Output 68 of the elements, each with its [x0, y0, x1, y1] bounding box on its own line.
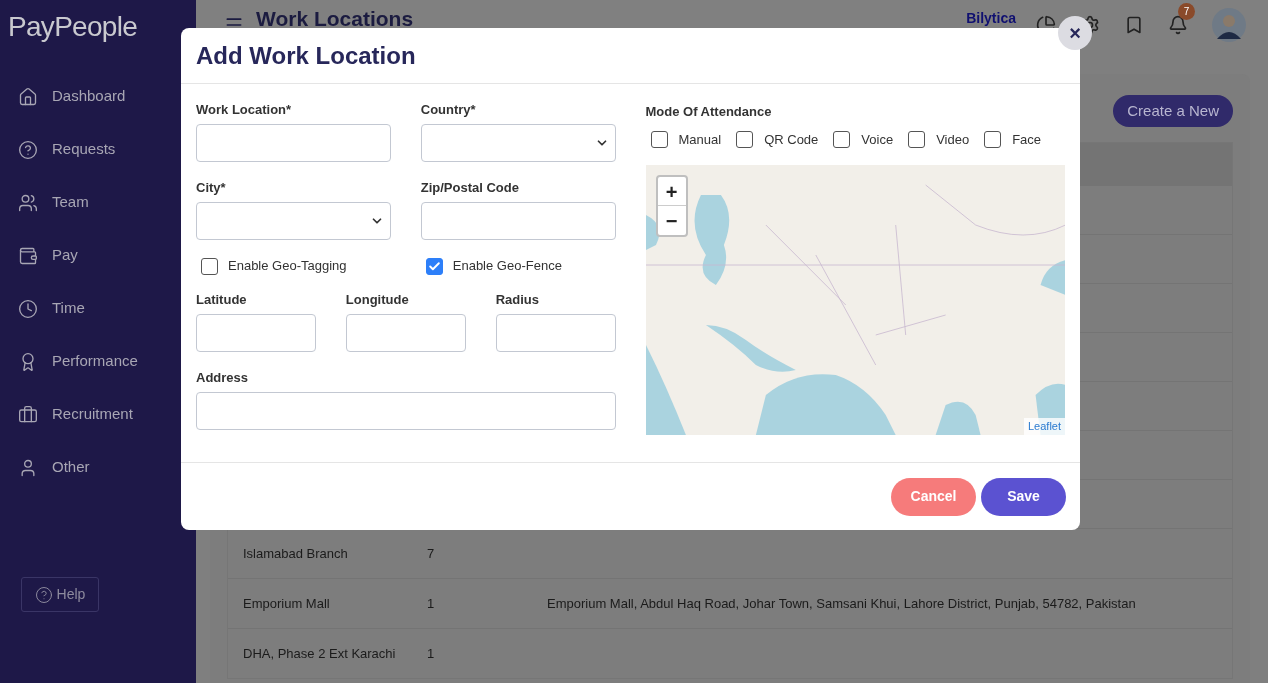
- sidebar-item[interactable]: Pay: [0, 229, 196, 282]
- check-icon: [427, 259, 441, 273]
- create-button[interactable]: Create a New: [1113, 95, 1233, 127]
- field-label: Longitude: [345, 292, 410, 307]
- table-cell-text: DHA, Phase 2 Ext Karachi: [242, 644, 397, 663]
- checkbox[interactable]: [984, 131, 1002, 148]
- text-field[interactable]: [495, 314, 616, 352]
- select-field[interactable]: [196, 202, 391, 240]
- zoom-in-button[interactable]: +: [657, 176, 686, 206]
- field-label: Latitude: [196, 292, 248, 307]
- sidebar-item[interactable]: Time: [0, 282, 196, 335]
- field-label: Address: [196, 370, 250, 385]
- users-icon: [18, 192, 38, 213]
- modal-title: Add Work Location: [196, 40, 416, 71]
- table-cell-text: 7: [427, 544, 436, 563]
- checkbox-label: Manual: [678, 130, 722, 149]
- text-field[interactable]: [420, 202, 616, 240]
- sidebar-item[interactable]: Recruitment: [0, 388, 196, 441]
- avatar[interactable]: [1212, 8, 1246, 42]
- text-field[interactable]: [196, 314, 316, 352]
- select-field[interactable]: [420, 124, 616, 162]
- checkbox-label: Enable Geo-Tagging: [228, 257, 347, 276]
- field-label: City*: [196, 180, 227, 195]
- table-cell-text: 1: [427, 594, 436, 613]
- table-cell-text: Emporium Mall, Abdul Haq Road, Johar Town, Samsani Khui, Lahore District, Punjab, 54782, Pakistan: [547, 594, 1136, 613]
- zoom-out-button[interactable]: −: [657, 205, 686, 235]
- checkbox[interactable]: [833, 131, 851, 148]
- attribution-link[interactable]: Leaflet: [1023, 418, 1065, 435]
- field-label: Work Location*: [196, 102, 293, 117]
- text-field[interactable]: [196, 124, 391, 162]
- wallet-icon: [18, 245, 38, 266]
- checkbox[interactable]: [908, 131, 926, 148]
- briefcase-icon: [18, 404, 38, 425]
- question-icon: [34, 585, 53, 604]
- field-label: Country*: [420, 102, 477, 117]
- question-icon: [18, 139, 38, 160]
- bookmark-icon[interactable]: [1124, 15, 1144, 35]
- section-label: Mode Of Attendance: [645, 103, 773, 121]
- sidebar-item[interactable]: Team: [0, 176, 196, 229]
- checkbox-label: QR Code: [764, 130, 819, 149]
- text-field[interactable]: [345, 314, 466, 352]
- checkbox-label: Video: [936, 130, 970, 149]
- checkbox-label: Voice: [861, 130, 894, 149]
- company-name[interactable]: Bilytica: [966, 7, 1016, 29]
- checkbox[interactable]: [201, 257, 218, 275]
- text-field[interactable]: [196, 392, 616, 430]
- checkbox-label: Face: [1012, 130, 1042, 149]
- page-title: Work Locations: [256, 6, 414, 33]
- help-button[interactable]: Help: [21, 577, 99, 612]
- field-label: Zip/Postal Code: [420, 180, 520, 195]
- sidebar-item[interactable]: Requests: [0, 123, 196, 176]
- checkbox[interactable]: [425, 257, 443, 275]
- clock-icon: [18, 298, 38, 319]
- notification-badge: 7: [1178, 3, 1195, 20]
- table-cell-text: Emporium Mall: [242, 594, 331, 613]
- checkbox-label: Enable Geo-Fence: [452, 257, 562, 276]
- sidebar-item[interactable]: Dashboard: [0, 70, 196, 123]
- table-cell-text: Islamabad Branch: [242, 544, 349, 563]
- logo: PayPeople: [7, 10, 139, 44]
- sidebar-item[interactable]: Other: [0, 441, 196, 494]
- field-label: Radius: [495, 292, 540, 307]
- sidebar-item[interactable]: Performance: [0, 335, 196, 388]
- checkbox[interactable]: [736, 131, 754, 148]
- table-cell-text: 1: [427, 644, 436, 663]
- checkbox[interactable]: [650, 131, 668, 148]
- save-button[interactable]: Save: [981, 477, 1066, 516]
- bell-icon[interactable]: [1168, 15, 1188, 35]
- home-icon: [18, 86, 38, 107]
